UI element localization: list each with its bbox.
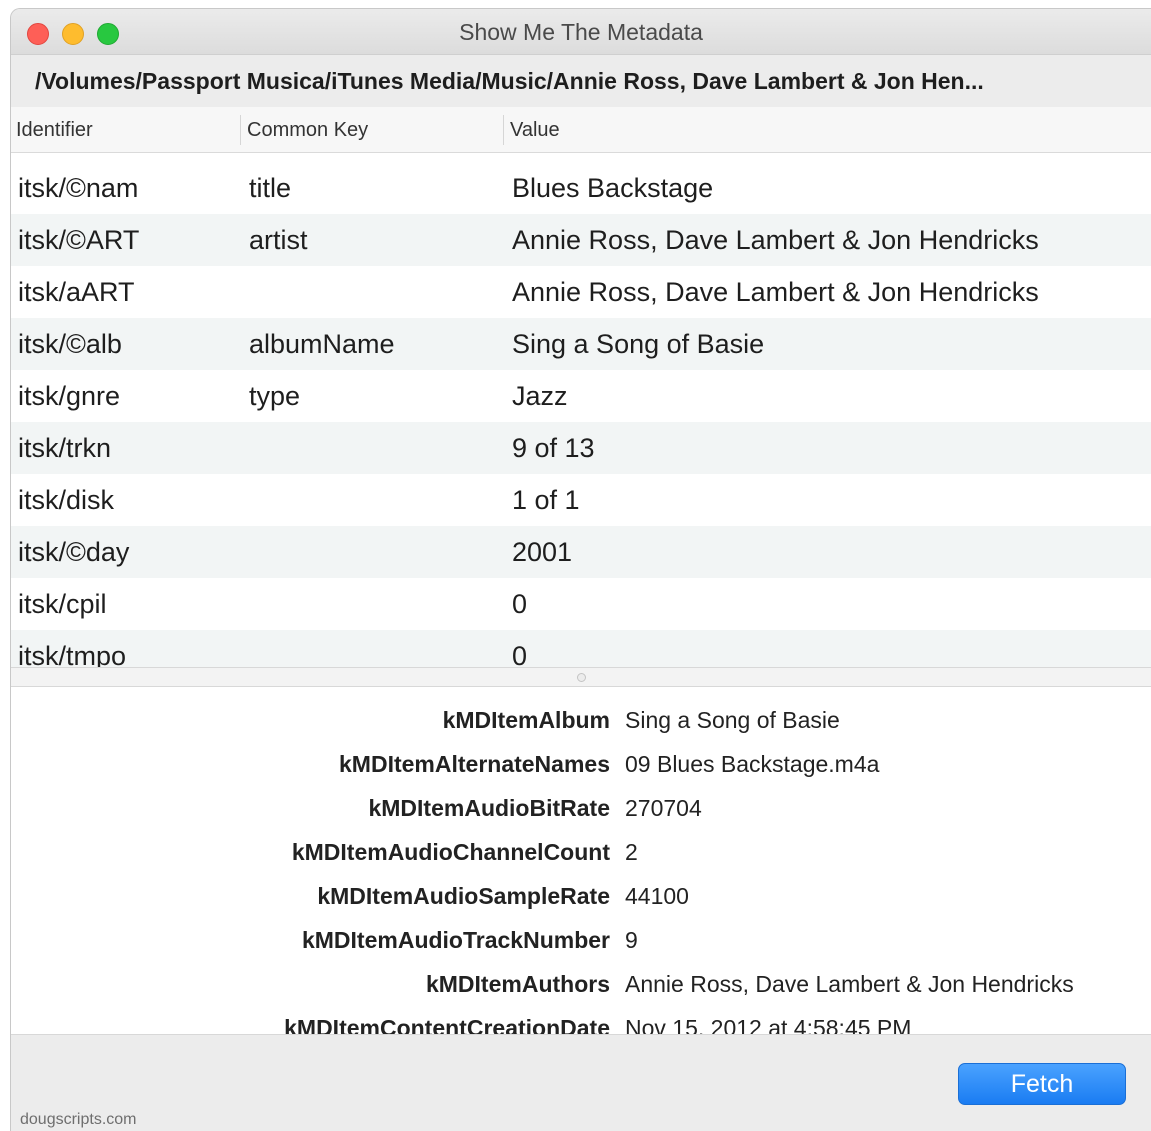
table-row[interactable]: itsk/aART Annie Ross, Dave Lambert & Jon… xyxy=(11,266,1151,318)
metadata-key: kMDItemAuthors xyxy=(425,971,610,997)
window-title: Show Me The Metadata xyxy=(459,19,703,45)
identifier-cell: itsk/©alb xyxy=(18,329,122,359)
value-cell: 2001 xyxy=(512,537,573,567)
table-body: itsk/©nam title Blues Backstage itsk/©AR… xyxy=(11,162,1151,667)
value-cell: Sing a Song of Basie xyxy=(512,329,765,359)
value-cell: 9 of 13 xyxy=(512,433,595,463)
table-row[interactable]: itsk/gnre type Jazz xyxy=(11,370,1151,422)
file-path-label: /Volumes/Passport Musica/iTunes Media/Mu… xyxy=(11,55,1151,107)
metadata-value: 270704 xyxy=(625,795,702,821)
column-header-common-key[interactable]: Common Key xyxy=(247,107,368,153)
table-row[interactable]: itsk/©nam title Blues Backstage xyxy=(11,162,1151,214)
common-key-cell: artist xyxy=(249,225,308,255)
column-header-value[interactable]: Value xyxy=(510,107,560,153)
metadata-key: kMDItemContentCreationDate xyxy=(284,1015,610,1035)
table-row[interactable]: itsk/trkn 9 of 13 xyxy=(11,422,1151,474)
metadata-key: kMDItemAudioBitRate xyxy=(368,795,610,821)
metadata-row: kMDItemAlbum Sing a Song of Basie xyxy=(11,698,1151,742)
metadata-key: kMDItemAudioSampleRate xyxy=(317,883,610,909)
metadata-value: Nov 15, 2012 at 4:58:45 PM xyxy=(625,1015,912,1035)
value-cell: 0 xyxy=(512,589,528,619)
metadata-key: kMDItemAudioChannelCount xyxy=(291,839,610,865)
value-cell: 0 xyxy=(512,641,528,667)
app-window: Show Me The Metadata /Volumes/Passport M… xyxy=(10,8,1151,1131)
value-cell: Blues Backstage xyxy=(512,173,714,203)
metadata-key: kMDItemAudioTrackNumber xyxy=(301,927,610,953)
identifier-cell: itsk/trkn xyxy=(18,433,112,463)
table-row[interactable]: itsk/disk 1 of 1 xyxy=(11,474,1151,526)
column-header-identifier[interactable]: Identifier xyxy=(16,107,93,153)
identifier-cell: itsk/©nam xyxy=(18,173,139,203)
split-handle-icon[interactable] xyxy=(577,673,586,682)
identifier-cell: itsk/tmpo xyxy=(18,641,127,667)
credit-label: dougscripts.com xyxy=(20,1111,137,1128)
common-key-cell: type xyxy=(249,381,301,411)
value-cell: Jazz xyxy=(512,381,568,411)
identifier-cell: itsk/©day xyxy=(18,537,130,567)
metadata-value: Annie Ross, Dave Lambert & Jon Hendricks xyxy=(625,971,1074,997)
value-cell: Annie Ross, Dave Lambert & Jon Hendricks xyxy=(512,277,1039,307)
metadata-value: 2 xyxy=(625,839,638,865)
metadata-row: kMDItemAlternateNames 09 Blues Backstage… xyxy=(11,742,1151,786)
common-key-cell: albumName xyxy=(249,329,395,359)
column-divider[interactable] xyxy=(503,115,504,145)
metadata-row: kMDItemContentCreationDate Nov 15, 2012 … xyxy=(11,1006,1151,1035)
metadata-value: 44100 xyxy=(625,883,689,909)
identifier-cell: itsk/aART xyxy=(18,277,135,307)
identifier-cell: itsk/©ART xyxy=(18,225,140,255)
table-header: Identifier Common Key Value xyxy=(11,107,1151,153)
metadata-value: 09 Blues Backstage.m4a xyxy=(625,751,880,777)
metadata-row: kMDItemAudioSampleRate 44100 xyxy=(11,874,1151,918)
metadata-row: kMDItemAudioChannelCount 2 xyxy=(11,830,1151,874)
spotlight-metadata-list[interactable]: kMDItemAlbum Sing a Song of Basie kMDIte… xyxy=(11,687,1151,1035)
title-bar: Show Me The Metadata xyxy=(11,9,1151,55)
value-cell: 1 of 1 xyxy=(512,485,580,515)
metadata-row: kMDItemAudioTrackNumber 9 xyxy=(11,918,1151,962)
metadata-table[interactable]: Identifier Common Key Value itsk/©nam ti… xyxy=(11,107,1151,667)
metadata-key: kMDItemAlbum xyxy=(442,707,610,733)
table-row[interactable]: itsk/©day 2001 xyxy=(11,526,1151,578)
metadata-value: Sing a Song of Basie xyxy=(625,707,840,733)
column-divider[interactable] xyxy=(240,115,241,145)
metadata-value: 9 xyxy=(625,927,638,953)
metadata-key: kMDItemAlternateNames xyxy=(339,751,610,777)
table-row[interactable]: itsk/tmpo 0 xyxy=(11,630,1151,667)
metadata-row: kMDItemAuthors Annie Ross, Dave Lambert … xyxy=(11,962,1151,1006)
identifier-cell: itsk/cpil xyxy=(18,589,107,619)
common-key-cell: title xyxy=(249,173,292,203)
table-row[interactable]: itsk/©ART artist Annie Ross, Dave Lamber… xyxy=(11,214,1151,266)
identifier-cell: itsk/disk xyxy=(18,485,115,515)
fetch-button[interactable]: Fetch xyxy=(958,1063,1126,1105)
value-cell: Annie Ross, Dave Lambert & Jon Hendricks xyxy=(512,225,1039,255)
split-view-divider[interactable] xyxy=(11,667,1151,687)
metadata-row: kMDItemAudioBitRate 270704 xyxy=(11,786,1151,830)
table-row[interactable]: itsk/cpil 0 xyxy=(11,578,1151,630)
identifier-cell: itsk/gnre xyxy=(18,381,121,411)
table-row[interactable]: itsk/©alb albumName Sing a Song of Basie xyxy=(11,318,1151,370)
